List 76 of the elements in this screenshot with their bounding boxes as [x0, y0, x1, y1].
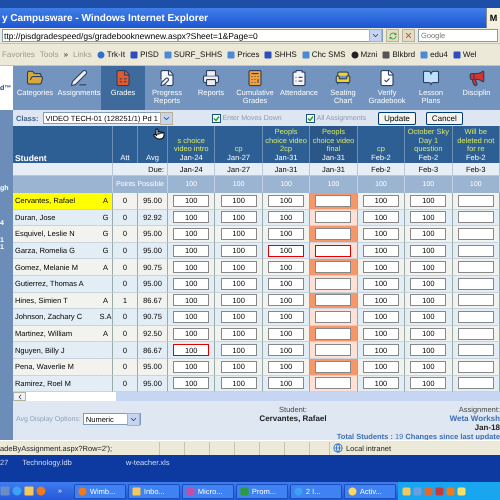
score-field[interactable]	[315, 194, 352, 207]
app-icon	[240, 486, 249, 496]
link-item[interactable]: Blkbrd	[382, 50, 416, 59]
score-field[interactable]	[315, 294, 352, 306]
dropdown-icon[interactable]	[369, 29, 382, 42]
score-field[interactable]	[458, 244, 494, 257]
score-field[interactable]	[315, 360, 352, 373]
score-field[interactable]	[458, 360, 494, 373]
assignment-value[interactable]: Weta Worksh	[450, 414, 500, 424]
link-item[interactable]: edu4	[420, 50, 448, 59]
score-field[interactable]	[458, 228, 494, 240]
assignment-date: Jan-18	[474, 423, 500, 432]
score-field[interactable]	[315, 228, 352, 240]
calculator-icon	[246, 69, 264, 87]
score-field[interactable]	[458, 278, 494, 290]
megaphone-icon	[468, 69, 486, 87]
action-button[interactable]: Update	[378, 112, 416, 124]
checkbox[interactable]	[306, 114, 315, 122]
link-item[interactable]: Prices	[227, 50, 260, 59]
book-icon	[422, 69, 440, 87]
score-field[interactable]	[458, 261, 494, 274]
link-item[interactable]: PISD	[130, 50, 159, 59]
folder-icon	[26, 69, 44, 87]
score-field[interactable]	[458, 344, 494, 356]
score-field[interactable]	[315, 211, 352, 224]
score-field[interactable]	[315, 377, 352, 390]
score-field[interactable]	[315, 278, 352, 290]
score-field[interactable]	[315, 328, 352, 340]
student-code	[99, 358, 113, 376]
score-field[interactable]	[315, 261, 352, 274]
pointer-cursor-icon	[153, 128, 165, 140]
clipboard-icon	[290, 69, 308, 87]
link-item[interactable]: SURF_SHHS	[164, 50, 222, 59]
score-field[interactable]	[315, 344, 352, 356]
other-window-edge[interactable]: M	[486, 8, 500, 28]
app-icon	[78, 486, 87, 496]
printer-icon	[202, 69, 220, 87]
app-icon	[294, 486, 303, 496]
score-field[interactable]	[458, 377, 494, 390]
score-field[interactable]	[458, 328, 494, 340]
app-icon	[348, 486, 357, 496]
score-field[interactable]	[458, 194, 494, 207]
chair-icon	[334, 69, 352, 87]
link-item[interactable]: Wel	[452, 50, 477, 59]
refresh-icon[interactable]	[386, 29, 399, 42]
document-pen-icon	[158, 69, 176, 87]
scrollbar-thumb[interactable]	[116, 392, 500, 402]
pencil-icon	[70, 69, 88, 87]
overflow-chevron[interactable]: »	[64, 50, 68, 59]
link-item[interactable]: Chc SMS	[302, 50, 346, 59]
scroll-left-icon[interactable]	[13, 392, 26, 402]
app-icon	[186, 486, 195, 496]
checked-document-icon	[378, 69, 396, 87]
dropdown-icon[interactable]	[160, 112, 173, 124]
link-item[interactable]: Mzni	[350, 50, 378, 59]
column-header: Student	[13, 126, 113, 163]
student-value: Cervantes, Rafael	[259, 414, 327, 424]
score-field[interactable]	[315, 310, 352, 323]
address-field[interactable]: ttp://pisdgradespeed/gs/gradebooknewnew.aspx?Sheet=1&Page=0	[2, 29, 383, 42]
score-field[interactable]	[458, 310, 494, 323]
student-code	[99, 342, 113, 359]
links-label: Links	[73, 50, 92, 59]
spreadsheet-icon	[114, 69, 132, 87]
link-item[interactable]: Trk-It	[96, 50, 126, 59]
student-code	[99, 276, 113, 293]
dropdown-icon[interactable]	[126, 412, 140, 426]
score-field[interactable]	[458, 294, 494, 306]
score-field[interactable]	[315, 244, 352, 257]
action-button[interactable]: Cancel	[426, 112, 463, 124]
window-title: y Campusware - Windows Internet Explorer	[2, 12, 208, 24]
student-code	[99, 376, 113, 392]
close-icon[interactable]	[402, 29, 415, 42]
link-item[interactable]: SHHS	[264, 50, 297, 59]
score-field[interactable]	[458, 211, 494, 224]
app-icon	[132, 486, 141, 496]
checkbox[interactable]	[212, 114, 221, 122]
